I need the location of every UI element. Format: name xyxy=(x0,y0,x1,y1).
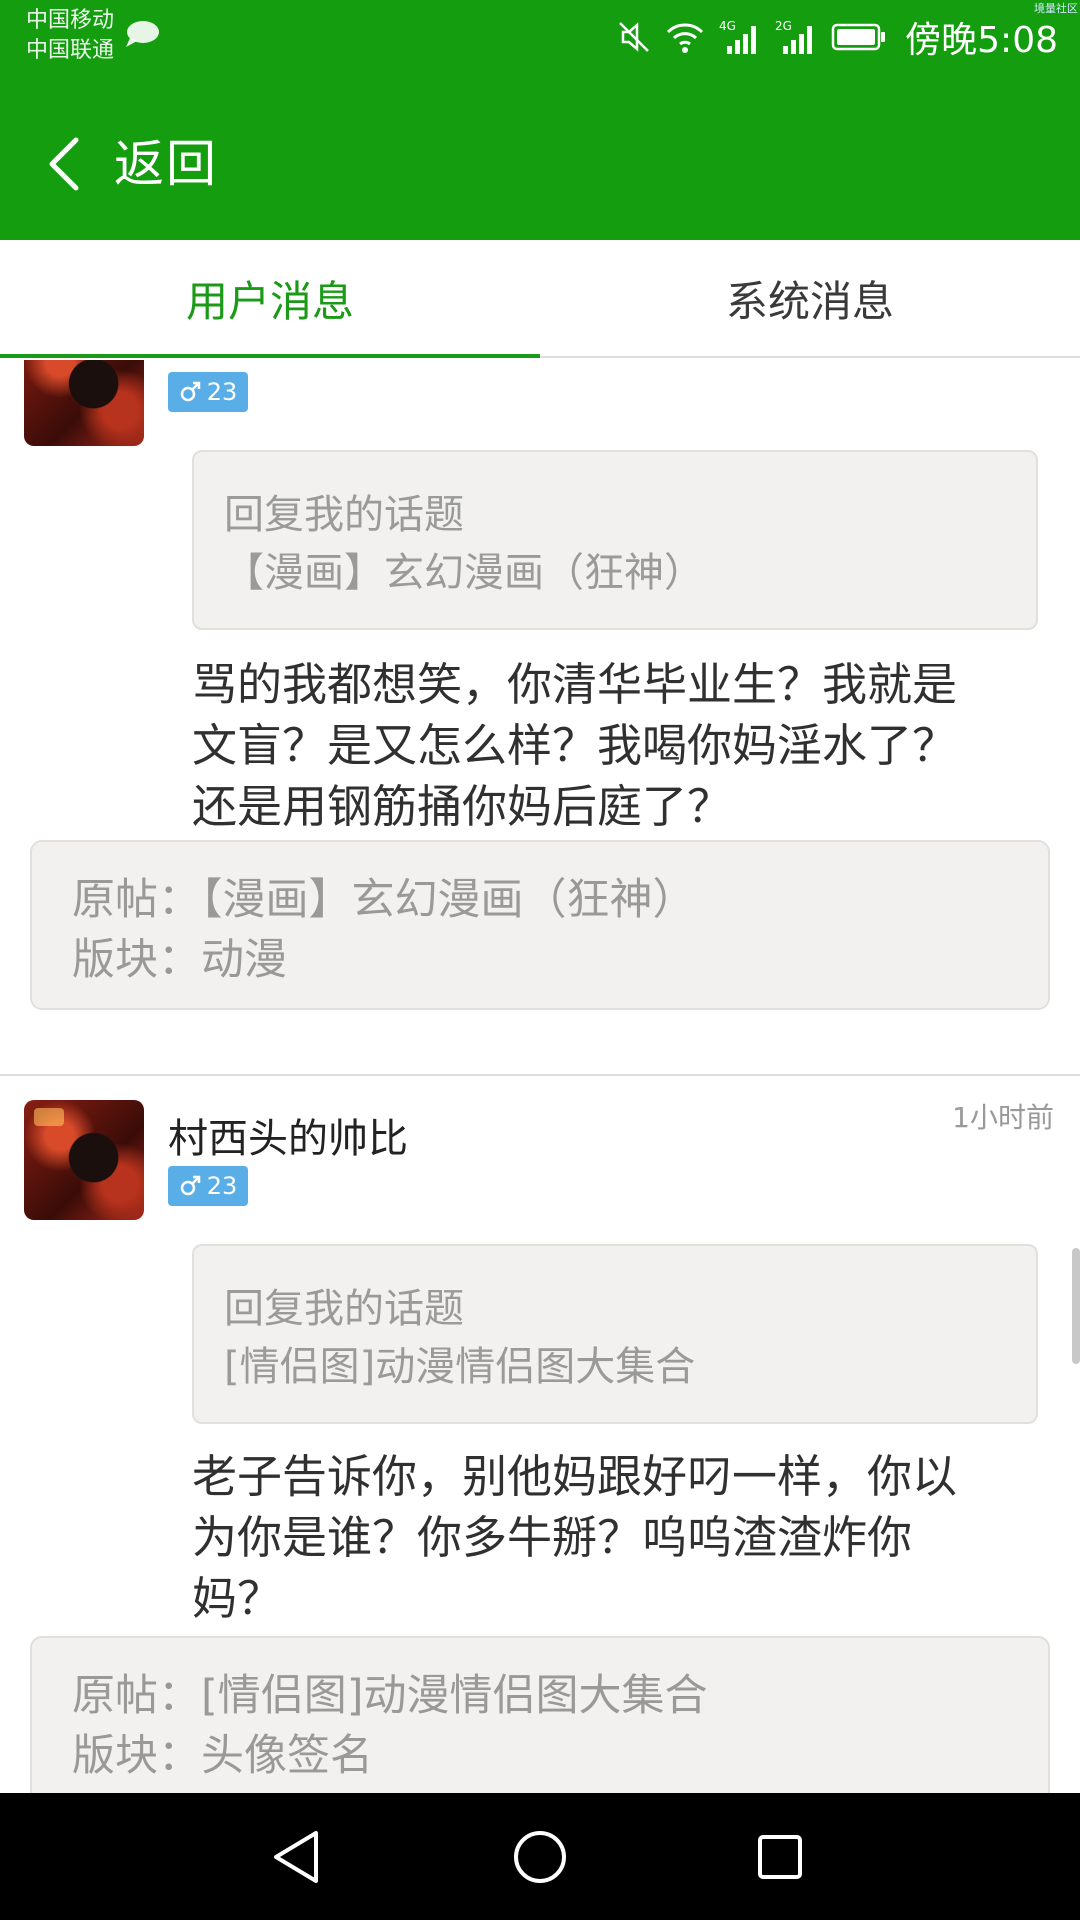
username[interactable]: 村西头的帅比 xyxy=(168,1106,408,1164)
original-post-card[interactable]: 原帖：[情侣图]动漫情侣图大集合 版块：头像签名 xyxy=(30,1636,1050,1793)
scrollbar[interactable] xyxy=(1072,1248,1080,1364)
reply-quote[interactable]: 回复我的话题 【漫画】玄幻漫画（狂神） xyxy=(192,450,1038,630)
message-list[interactable]: 23 回复我的话题 【漫画】玄幻漫画（狂神） 骂的我都想笑，你清华毕业生？我就是… xyxy=(0,360,1080,1793)
gender-age-badge: 23 xyxy=(168,372,248,412)
original-post-card[interactable]: 原帖：【漫画】玄幻漫画（狂神） 版块：动漫 xyxy=(30,840,1050,1010)
tab-indicator xyxy=(0,354,540,358)
message-content: 老子告诉你，别他妈跟好叼一样，你以 为你是谁？你多牛掰？呜呜渣渣炸你 妈？ xyxy=(192,1446,1032,1629)
board-label: 版块：动漫 xyxy=(72,935,287,985)
chat-bubble-icon xyxy=(126,21,159,47)
tab-system-messages[interactable]: 系统消息 xyxy=(540,240,1080,356)
recents-square-icon[interactable] xyxy=(748,1825,812,1889)
original-post-link: 原帖：[情侣图]动漫情侣图大集合 xyxy=(72,1671,708,1721)
content-line: 妈？ xyxy=(192,1572,283,1625)
signal-2-icon: 2G xyxy=(775,19,813,54)
network-2-label: 2G xyxy=(775,19,792,33)
board-label: 版块：头像签名 xyxy=(72,1731,373,1781)
content-line: 为你是谁？你多牛掰？呜呜渣渣炸你 xyxy=(192,1511,913,1564)
home-circle-icon[interactable] xyxy=(508,1825,572,1889)
quote-topic: [情侣图]动漫情侣图大集合 xyxy=(224,1344,696,1390)
content-line: 骂的我都想笑，你清华毕业生？我就是 xyxy=(192,658,958,711)
quote-title: 回复我的话题 xyxy=(224,1286,464,1332)
message-content: 骂的我都想笑，你清华毕业生？我就是 文盲？是又怎么样？我喝你妈淫水了？ 还是用钢… xyxy=(192,654,1032,837)
gender-age-badge: 23 xyxy=(168,1166,248,1206)
navigation-bar xyxy=(0,1793,1080,1920)
male-icon xyxy=(180,381,200,402)
quote-title: 回复我的话题 xyxy=(224,492,464,538)
signal-icon: 4G xyxy=(719,19,757,54)
battery-icon xyxy=(831,23,886,51)
back-button[interactable]: 返回 xyxy=(114,136,218,192)
corner-tag: 境量社区 xyxy=(1034,2,1078,15)
content-line: 老子告诉你，别他妈跟好叼一样，你以 xyxy=(192,1450,958,1503)
tab-user-messages[interactable]: 用户消息 xyxy=(0,240,540,356)
content-line: 文盲？是又怎么样？我喝你妈淫水了？ xyxy=(192,719,958,772)
timestamp: 1小时前 xyxy=(952,1101,1054,1134)
title-bar: 返回 xyxy=(0,80,1080,240)
male-icon xyxy=(180,1175,200,1196)
chevron-left-icon[interactable] xyxy=(46,136,82,192)
tab-bar: 用户消息 系统消息 xyxy=(0,240,1080,358)
clock: 傍晚5:08 xyxy=(905,20,1058,61)
list-item[interactable]: 村西头的帅比 1小时前 23 回复我的话题 [情侣图]动漫情侣图大集合 老子告诉… xyxy=(0,1076,1080,1793)
status-icons: 4G 2G 傍晚5:08 xyxy=(617,12,1058,62)
wifi-icon xyxy=(667,23,704,53)
avatar[interactable] xyxy=(24,360,144,446)
mute-icon xyxy=(619,22,650,52)
carrier-info: 中国移动 中国联通 xyxy=(26,6,114,66)
age-label: 23 xyxy=(206,1172,238,1200)
back-triangle-icon[interactable] xyxy=(266,1825,330,1889)
avatar[interactable] xyxy=(24,1100,144,1220)
age-label: 23 xyxy=(206,378,238,406)
carrier-2: 中国联通 xyxy=(26,38,115,63)
status-bar: 中国移动 中国联通 4G 2G 傍晚5:08 境量社区 xyxy=(0,0,1080,80)
quote-topic: 【漫画】玄幻漫画（狂神） xyxy=(224,550,704,596)
reply-quote[interactable]: 回复我的话题 [情侣图]动漫情侣图大集合 xyxy=(192,1244,1038,1424)
content-line: 还是用钢筋捅你妈后庭了？ xyxy=(192,780,733,833)
carrier-1: 中国移动 xyxy=(26,8,115,33)
original-post-link: 原帖：【漫画】玄幻漫画（狂神） xyxy=(72,875,696,925)
network-1-label: 4G xyxy=(719,19,736,33)
